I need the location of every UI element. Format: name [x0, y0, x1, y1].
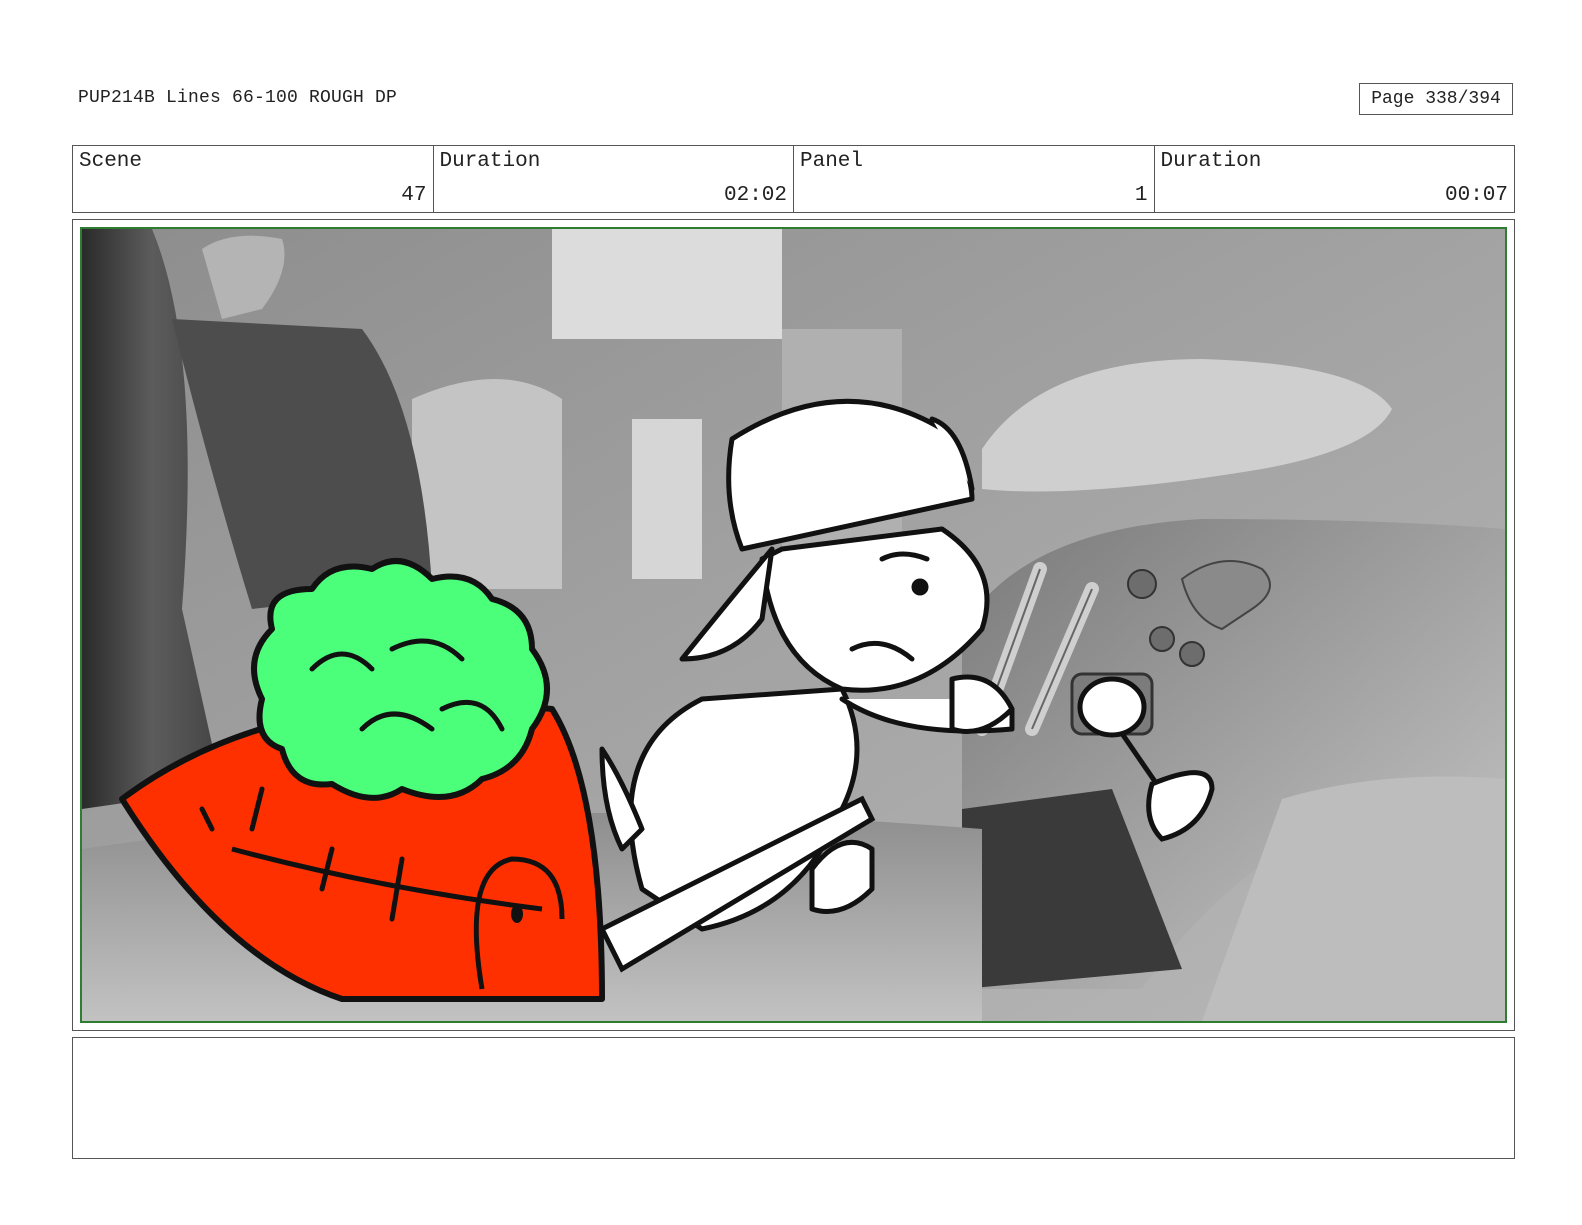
rear-bench	[412, 379, 562, 589]
back-wall-block	[552, 229, 782, 339]
scene-label: Scene	[79, 150, 143, 173]
scene-duration-cell: Duration 02:02	[434, 146, 794, 212]
scene-duration-label: Duration	[439, 150, 541, 173]
scene-duration-value: 02:02	[723, 184, 787, 207]
panel-cell: Panel 1	[794, 146, 1155, 212]
storyboard-panel-image	[80, 227, 1507, 1023]
panel-value: 1	[1134, 184, 1148, 207]
page-number: Page 338/394	[1359, 83, 1513, 115]
document-title: PUP214B Lines 66-100 ROUGH DP	[78, 88, 398, 108]
scene-info-table: Scene 47 Duration 02:02 Panel 1 Duration…	[72, 145, 1515, 213]
panel-notes-box	[72, 1037, 1515, 1159]
panel-duration-value: 00:07	[1444, 184, 1508, 207]
panel-label: Panel	[800, 150, 864, 173]
panel-illustration	[82, 229, 1505, 1021]
storyboard-panel-frame	[72, 219, 1515, 1031]
scene-cell: Scene 47	[73, 146, 434, 212]
scene-value: 47	[401, 184, 427, 207]
pillar	[632, 419, 702, 579]
panel-duration-cell: Duration 00:07	[1155, 146, 1515, 212]
panel-duration-label: Duration	[1160, 150, 1262, 173]
